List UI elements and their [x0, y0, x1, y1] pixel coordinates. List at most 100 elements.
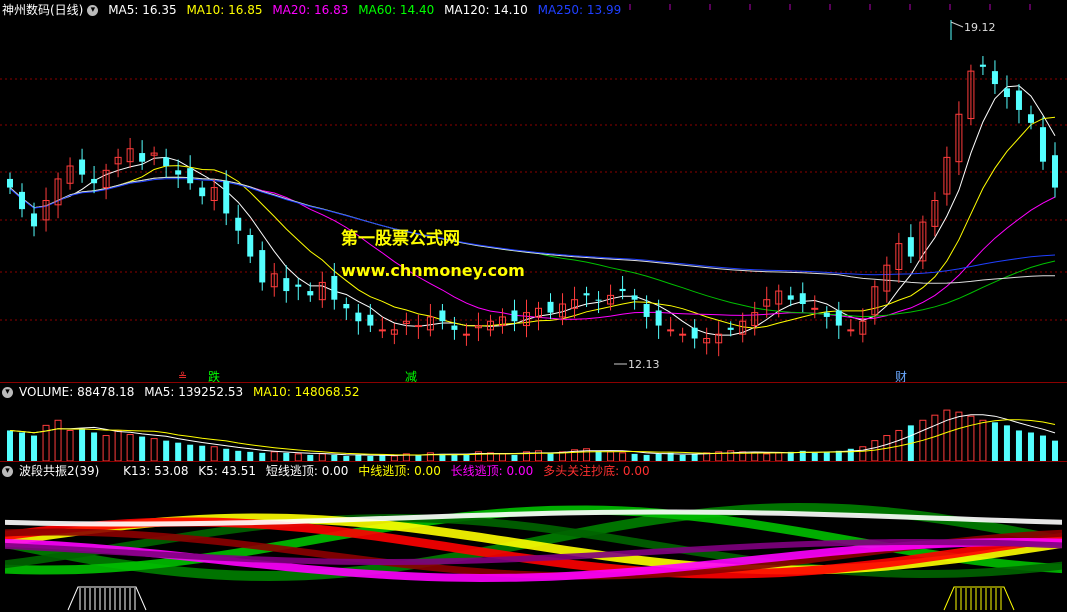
candle-body [619, 288, 626, 292]
candle-body [835, 310, 842, 326]
volume-bar [54, 419, 62, 461]
candle-body [355, 312, 362, 322]
candle-body [139, 153, 146, 162]
volume-bar [967, 415, 975, 461]
candle-body [247, 235, 254, 257]
volume-bar [763, 453, 771, 461]
candle-body [787, 295, 794, 300]
candle-body [163, 157, 170, 166]
volume-bar [859, 446, 867, 461]
volume-bar [235, 450, 242, 461]
candle-body [727, 327, 734, 330]
candle-body [1003, 88, 1010, 97]
volume-bar [199, 445, 206, 461]
candle-body [511, 310, 518, 322]
volume-bar [102, 435, 110, 461]
volume-chart[interactable] [0, 401, 1067, 461]
volume-panel-header: ▾ VOLUME: 88478.18 MA5: 139252.53 MA10: 1… [0, 383, 366, 401]
volume-bar [150, 438, 158, 461]
candle-body [259, 250, 266, 283]
volume-bar [247, 451, 254, 461]
volume-bar [163, 440, 170, 461]
candle-body [595, 299, 602, 301]
candle-body [283, 278, 290, 292]
volume-bar [1039, 435, 1046, 461]
candle-body [811, 307, 819, 310]
indicator-title: 波段共振2(39) [19, 464, 100, 478]
volume-bar [126, 434, 134, 461]
ma120-line [9, 176, 1055, 284]
ma10-line [9, 116, 1056, 329]
volume-bar [259, 452, 266, 461]
ma60-line [9, 176, 1056, 318]
candle-body [19, 191, 26, 210]
candle-body [679, 333, 687, 336]
oscillator-chart[interactable] [0, 482, 1067, 612]
candle-body [439, 310, 446, 322]
signal-marker-3: 财 [895, 370, 907, 382]
candle-body [235, 217, 242, 231]
candle-body [1027, 114, 1034, 123]
candle-body [631, 295, 638, 300]
volume-bar [7, 430, 13, 461]
price-chart[interactable]: 19.12 12.13 第一股票公式网 www.chnmoney.com ≗ 跌… [0, 0, 1067, 382]
volume-bar [294, 453, 302, 461]
volume-bar [955, 411, 963, 461]
volume-bar [114, 429, 122, 461]
volume-bar [318, 453, 326, 461]
long-top-label: 长线逃顶: 0.00 [450, 464, 534, 478]
candle-body [907, 237, 914, 257]
candle-body [1015, 90, 1022, 110]
ma5-line [9, 85, 1056, 336]
volume-bar [619, 452, 627, 461]
volume-bar [823, 451, 830, 461]
candle-body [643, 304, 650, 317]
volume-bar [223, 448, 230, 461]
volume-bar [79, 428, 86, 461]
candle-body [367, 314, 374, 326]
volume-bar [811, 452, 818, 461]
candle-body [451, 325, 458, 330]
volume-bar [943, 409, 951, 461]
volume-bar [871, 440, 879, 461]
indicator-panel-header: ▾ 波段共振2(39) K13: 53.08 K5: 43.51 短线逃顶: 0.… [0, 462, 656, 480]
volume-bar [1027, 432, 1034, 461]
volume-bar [31, 435, 38, 461]
k13-label: K13: 53.08 [123, 464, 189, 478]
candle-body [331, 275, 338, 300]
k5-label: K5: 43.51 [198, 464, 257, 478]
volume-bar [175, 442, 182, 461]
volume-bar [931, 414, 939, 461]
volume-ma10-label: MA10: 148068.52 [252, 385, 360, 399]
candle-body [175, 170, 182, 175]
volume-bar [210, 446, 218, 461]
candle-body [187, 168, 194, 184]
volume-bar [775, 452, 783, 461]
candle-body [823, 312, 830, 317]
candle-body [91, 178, 98, 184]
volume-settings-icon[interactable]: ▾ [2, 387, 13, 398]
candle-body [1039, 127, 1046, 162]
low-price-label: 12.13 [628, 358, 660, 371]
volume-bar [19, 432, 26, 461]
candle-body [462, 333, 470, 336]
candle-body [691, 327, 698, 339]
volume-bar [751, 452, 759, 461]
volume-bar [1003, 425, 1010, 461]
volume-bar [498, 453, 506, 461]
candle-body [979, 64, 986, 67]
volume-bar [1015, 430, 1022, 461]
short-top-label: 短线逃顶: 0.00 [265, 464, 349, 478]
indicator-settings-icon[interactable]: ▾ [2, 466, 13, 477]
volume-bar [691, 453, 698, 461]
signal-marker-2: 减 [405, 370, 417, 382]
candle-body [847, 329, 855, 332]
signal-marker-1: 跌 [208, 369, 220, 382]
volume-bar [1052, 440, 1058, 461]
candle-body [31, 213, 38, 227]
ma20-line [9, 176, 1056, 320]
candle-body [991, 71, 998, 85]
candle-body [307, 291, 314, 296]
watermark-url: www.chnmoney.com [341, 261, 525, 280]
candle-body [223, 181, 230, 214]
